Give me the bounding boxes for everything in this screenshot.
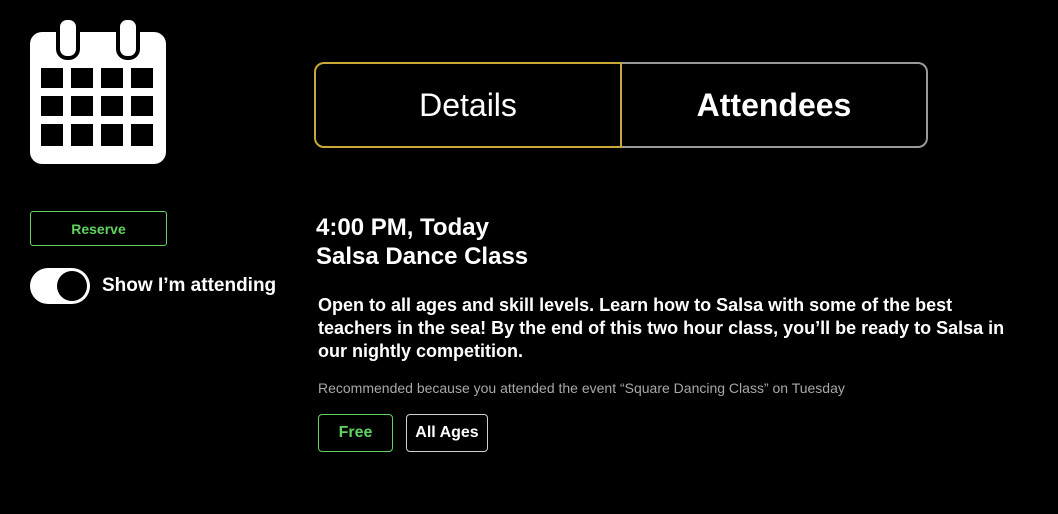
event-time: 4:00 PM, Today [316,214,489,241]
reserve-button[interactable]: Reserve [30,211,167,246]
event-description: Open to all ages and skill levels. Learn… [318,295,1005,361]
tab-bar: Details Attendees [314,62,928,148]
tag-all-ages: All Ages [406,414,488,452]
recommendation-note: Recommended because you attended the eve… [318,380,845,396]
attending-toggle-label: Show I’m attending [102,275,277,296]
event-title: Salsa Dance Class [316,243,529,270]
calendar-icon [30,18,166,164]
attending-toggle[interactable] [30,268,90,304]
tab-attendees[interactable]: Attendees [622,62,928,148]
tag-free: Free [318,414,393,452]
tab-details[interactable]: Details [314,62,622,148]
toggle-knob [57,271,87,301]
attending-toggle-row: Show I’m attending [30,267,276,305]
